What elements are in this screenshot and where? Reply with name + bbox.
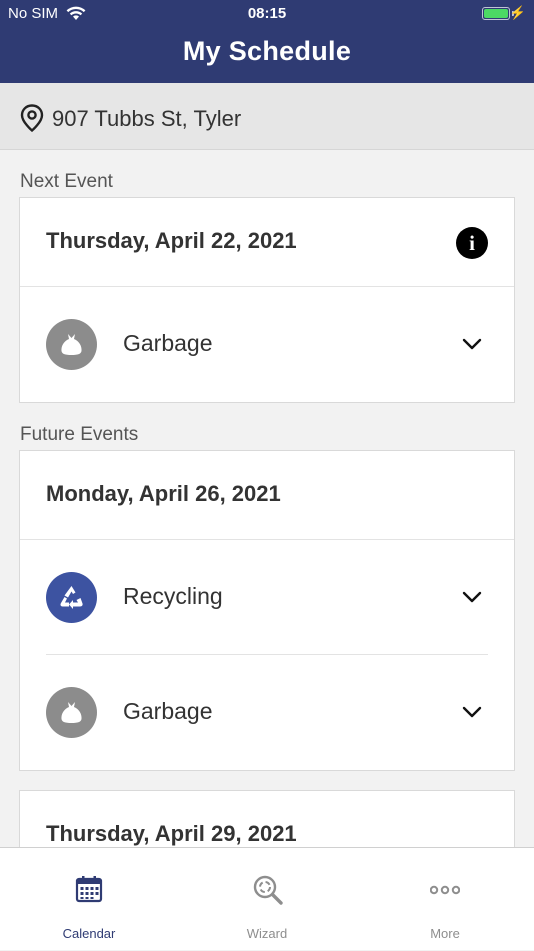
tab-label: Wizard xyxy=(246,926,288,941)
event-row-garbage[interactable]: Garbage xyxy=(20,655,514,770)
event-date: Thursday, April 22, 2021 xyxy=(46,228,297,253)
chevron-down-icon[interactable] xyxy=(462,337,482,355)
page-title: My Schedule xyxy=(182,36,352,66)
event-label: Garbage xyxy=(123,698,213,724)
tab-bar: Calendar Wizard More xyxy=(0,847,534,950)
date-header: Thursday, April 22, 2021 i xyxy=(20,198,514,287)
battery-icon xyxy=(482,7,510,20)
event-row-recycling[interactable]: Recycling xyxy=(20,540,514,655)
more-dots-icon xyxy=(429,874,461,909)
location-pin-icon xyxy=(20,104,44,137)
garbage-bag-icon xyxy=(46,319,97,370)
status-time: 08:15 xyxy=(247,5,287,22)
next-event-label: Next Event xyxy=(20,171,113,192)
event-label: Recycling xyxy=(123,583,223,609)
chevron-down-icon[interactable] xyxy=(462,590,482,608)
info-icon[interactable]: i xyxy=(456,227,488,259)
future-events-label: Future Events xyxy=(20,424,139,445)
tab-more[interactable]: More xyxy=(356,848,534,951)
event-label: Garbage xyxy=(123,330,213,356)
address-text: 907 Tubbs St, Tyler xyxy=(52,106,242,131)
future-event-card: Monday, April 26, 2021 Recycling Garbage xyxy=(19,450,515,771)
tab-label: More xyxy=(430,926,460,941)
calendar-icon xyxy=(74,874,104,909)
event-date: Thursday, April 29, 2021 xyxy=(46,821,297,846)
next-event-card: Thursday, April 22, 2021 i Garbage xyxy=(19,197,515,403)
date-header: Monday, April 26, 2021 xyxy=(20,451,514,540)
tab-wizard[interactable]: Wizard xyxy=(178,848,356,951)
tab-calendar[interactable]: Calendar xyxy=(0,848,178,951)
event-date: Monday, April 26, 2021 xyxy=(46,481,281,506)
charging-icon: ⚡ xyxy=(509,5,526,20)
header-bar: No SIM 08:15 ⚡ My Schedule xyxy=(0,0,534,83)
garbage-bag-icon xyxy=(46,687,97,738)
tab-label: Calendar xyxy=(62,926,116,941)
recycling-icon xyxy=(46,572,97,623)
chevron-down-icon[interactable] xyxy=(462,705,482,723)
event-row-garbage[interactable]: Garbage xyxy=(20,287,514,402)
address-bar[interactable]: 907 Tubbs St, Tyler xyxy=(0,83,534,150)
status-bar: No SIM 08:15 ⚡ xyxy=(0,0,534,28)
wizard-search-icon xyxy=(252,874,284,911)
